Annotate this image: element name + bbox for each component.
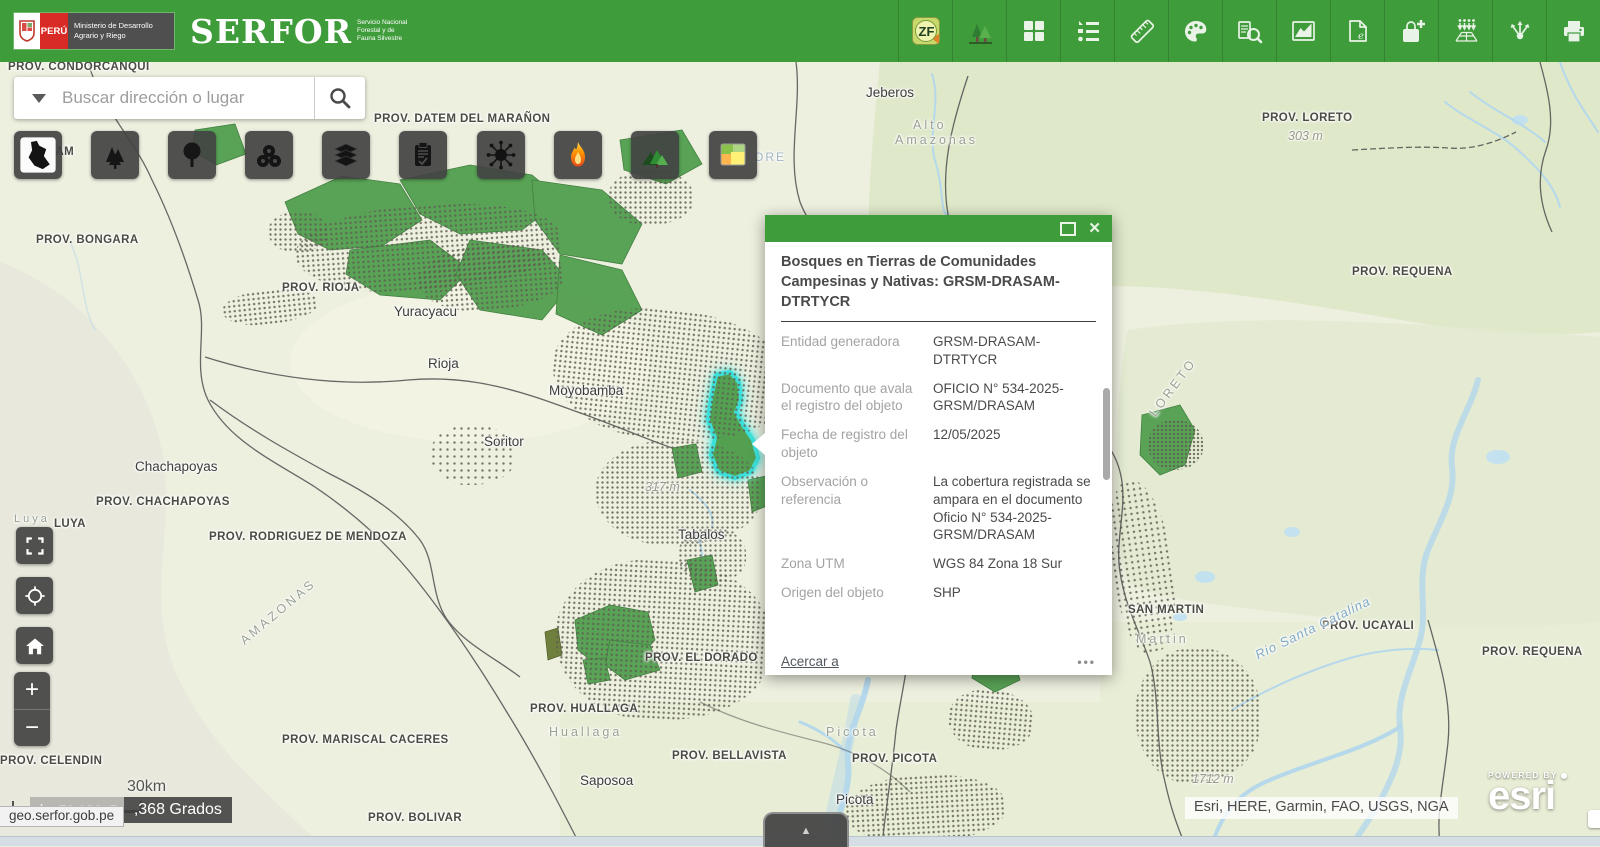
peru-label: PERÚ xyxy=(40,13,68,49)
search-icon xyxy=(328,86,352,110)
tool-legend[interactable] xyxy=(1060,0,1114,62)
theme-pests-button[interactable] xyxy=(477,131,525,179)
theme-landcover-button[interactable] xyxy=(709,131,757,179)
tool-attribute-search[interactable] xyxy=(1222,0,1276,62)
zf-badge-text: ZF xyxy=(918,24,934,39)
attribute-label: Origen del objeto xyxy=(781,584,921,602)
popup-close-icon[interactable]: ✕ xyxy=(1088,221,1101,236)
ministry-label: Ministerio de Desarrollo Agrario y Riego xyxy=(68,13,174,49)
header-toolbar: ZF e xyxy=(898,0,1600,62)
tool-chart[interactable] xyxy=(1276,0,1330,62)
attribute-label: Documento que avala el registro del obje… xyxy=(781,380,921,416)
theme-registry-button[interactable] xyxy=(399,131,447,179)
theme-flora-button[interactable] xyxy=(168,131,216,179)
popup-attribute-row: Fecha de registro del objeto 12/05/2025 xyxy=(781,426,1096,462)
fullscreen-icon xyxy=(25,536,45,556)
serfor-brand: SERFOR Servicio Nacional Forestal y de F… xyxy=(190,15,411,48)
home-button[interactable] xyxy=(16,627,53,664)
fire-icon xyxy=(561,138,595,172)
attribute-value: 12/05/2025 xyxy=(933,426,1001,462)
attribute-value: GRSM-DRASAM-DTRTYCR xyxy=(933,333,1096,369)
popup-maximize-icon[interactable] xyxy=(1060,222,1076,236)
map-pin-badge xyxy=(1588,810,1600,828)
home-icon xyxy=(24,635,46,657)
map-attribution: Esri, HERE, Garmin, FAO, USGS, NGA xyxy=(1185,797,1458,819)
peru-coat-of-arms-icon xyxy=(14,13,40,49)
zoom-in-button[interactable]: + xyxy=(14,672,50,710)
attribute-value: SHP xyxy=(933,584,961,602)
theme-fires-button[interactable] xyxy=(554,131,602,179)
popup-scrollbar[interactable] xyxy=(1103,388,1110,480)
selected-feature-polygon[interactable] xyxy=(708,372,758,478)
tool-interpolation[interactable] xyxy=(1438,0,1492,62)
popup-attribute-row: Origen del objeto SHP xyxy=(781,584,1096,602)
attribute-label: Zona UTM xyxy=(781,555,921,573)
tool-measure[interactable] xyxy=(1114,0,1168,62)
popup-footer: Acercar a ••• xyxy=(781,654,1096,669)
zoom-control: + − xyxy=(14,672,50,746)
locate-icon xyxy=(24,585,46,607)
svg-text:e: e xyxy=(1358,31,1364,42)
logs-icon xyxy=(252,138,286,172)
theme-peru-extent-button[interactable] xyxy=(14,131,62,179)
tool-export-data[interactable]: e xyxy=(1330,0,1384,62)
landcover-map-icon xyxy=(716,138,750,172)
search-button[interactable] xyxy=(315,77,365,119)
feature-popup: ✕ Bosques en Tierras de Comunidades Camp… xyxy=(765,215,1112,675)
attribute-label: Entidad generadora xyxy=(781,333,921,369)
gov-logo-block: PERÚ Ministerio de Desarrollo Agrario y … xyxy=(14,13,174,49)
zoom-to-link[interactable]: Acercar a xyxy=(781,654,839,669)
popup-rows: Entidad generadora GRSM-DRASAM-DTRTYCR Doc… xyxy=(781,333,1096,602)
status-url-tooltip: geo.serfor.gob.pe xyxy=(0,806,124,827)
globe-dot-icon xyxy=(1561,773,1567,779)
tool-share[interactable] xyxy=(1492,0,1546,62)
tool-forest-theme[interactable] xyxy=(952,0,1006,62)
attribute-label: Fecha de registro del objeto xyxy=(781,426,921,462)
layers-icon xyxy=(329,138,363,172)
serfor-logo-text: SERFOR xyxy=(190,15,352,48)
virus-icon xyxy=(484,138,518,172)
popup-title: Bosques en Tierras de Comunidades Campes… xyxy=(781,252,1096,312)
attribute-label: Observación o referencia xyxy=(781,473,921,544)
locate-button[interactable] xyxy=(16,577,53,614)
plantation-trees-icon xyxy=(638,138,672,172)
popup-header: ✕ xyxy=(765,215,1112,242)
coordinate-degrees: ,368 Grados xyxy=(124,797,232,823)
popup-attribute-row: Zona UTM WGS 84 Zona 18 Sur xyxy=(781,555,1096,573)
app-header: PERÚ Ministerio de Desarrollo Agrario y … xyxy=(0,0,1600,62)
search-input[interactable] xyxy=(60,87,314,109)
tool-add-data[interactable] xyxy=(1384,0,1438,62)
popup-body: Bosques en Tierras de Comunidades Campes… xyxy=(765,242,1112,675)
peru-map-icon xyxy=(18,135,58,175)
esri-logo: POWERED BY esri xyxy=(1488,771,1567,812)
popup-more-options[interactable]: ••• xyxy=(1077,655,1096,669)
attribute-value: WGS 84 Zona 18 Sur xyxy=(933,555,1062,573)
conifer-trees-icon xyxy=(98,138,132,172)
esri-logo-text: esri xyxy=(1488,780,1567,812)
chevron-up-icon: ▲ xyxy=(801,825,812,837)
tool-basemap-gallery[interactable] xyxy=(1006,0,1060,62)
attribute-value: OFICIO N° 534-2025-GRSM/DRASAM xyxy=(933,380,1096,416)
serfor-subtitle: Servicio Nacional Forestal y de Fauna Si… xyxy=(357,19,411,43)
zoom-out-button[interactable]: − xyxy=(14,710,50,747)
tree-icon xyxy=(175,138,209,172)
popup-attribute-row: Documento que avala el registro del obje… xyxy=(781,380,1096,416)
tool-draw[interactable] xyxy=(1168,0,1222,62)
search-box xyxy=(14,77,365,119)
attribute-value: La cobertura registrada se ampara en el … xyxy=(933,473,1096,544)
theme-plantations-button[interactable] xyxy=(631,131,679,179)
scalebar-label: 30km xyxy=(127,778,166,796)
popup-attribute-row: Observación o referenciaLa cobertura reg… xyxy=(781,473,1096,544)
popup-attribute-row: Entidad generadora GRSM-DRASAM-DTRTYCR xyxy=(781,333,1096,369)
theme-timber-button[interactable] xyxy=(245,131,293,179)
theme-fauna-button[interactable] xyxy=(91,131,139,179)
fullscreen-button[interactable] xyxy=(16,527,53,564)
attribute-table-toggle[interactable]: ▲ xyxy=(763,812,849,847)
search-source-dropdown-icon[interactable] xyxy=(32,94,46,103)
tool-print[interactable] xyxy=(1546,0,1600,62)
clipboard-icon xyxy=(406,138,440,172)
tool-zoom-extent-zf[interactable]: ZF xyxy=(898,0,952,62)
popup-divider xyxy=(781,321,1096,322)
theme-layers-button[interactable] xyxy=(322,131,370,179)
